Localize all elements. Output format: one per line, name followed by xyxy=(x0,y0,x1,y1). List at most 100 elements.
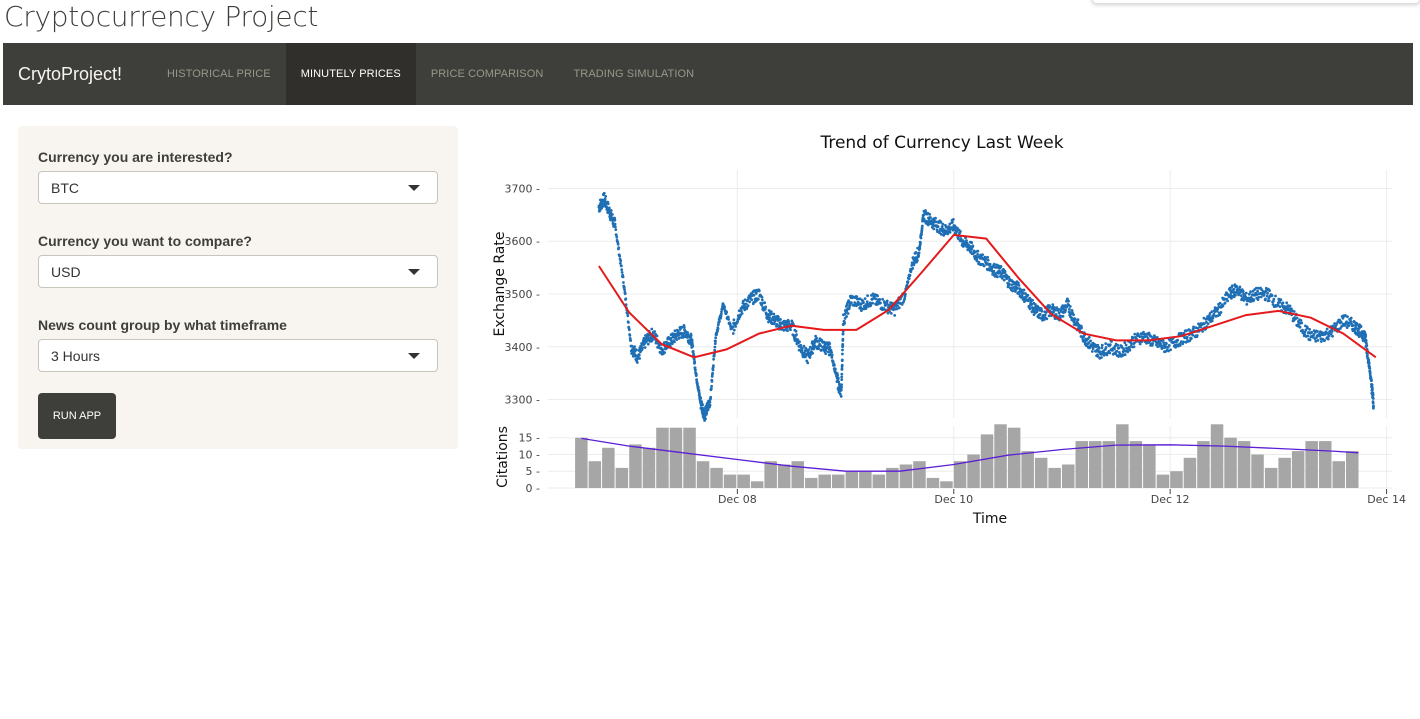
citation-bar xyxy=(1007,427,1021,488)
y-tick-label: 0 - xyxy=(526,482,540,495)
scatter-point xyxy=(740,312,744,315)
scatter-point xyxy=(1216,307,1219,311)
scatter-point xyxy=(911,267,915,270)
scatter-point xyxy=(1267,299,1271,302)
scatter-point xyxy=(661,348,665,351)
scatter-point xyxy=(613,218,617,222)
scatter-point xyxy=(1113,347,1116,351)
scatter-point xyxy=(620,268,624,271)
scatter-point xyxy=(619,259,623,263)
currency-select[interactable]: BTC xyxy=(38,171,438,204)
scatter-point xyxy=(841,352,844,356)
run-app-button[interactable]: RUN APP xyxy=(38,393,116,439)
scatter-point xyxy=(876,294,879,298)
scatter-point xyxy=(840,385,843,389)
scatter-point xyxy=(701,403,704,407)
scatter-point xyxy=(1108,351,1112,355)
scatter-point xyxy=(682,326,686,329)
citation-bar xyxy=(805,477,818,488)
y-tick-label: 10 - xyxy=(519,448,540,461)
citation-bar xyxy=(1021,451,1034,488)
scatter-point xyxy=(839,395,843,398)
scatter-point xyxy=(1365,343,1369,347)
scatter-point xyxy=(617,246,621,249)
tab-minutely-prices[interactable]: MINUTELY PRICES xyxy=(285,43,416,105)
scatter-point xyxy=(732,328,736,332)
scatter-point xyxy=(723,305,726,309)
scatter-point xyxy=(1097,347,1101,350)
scatter-point xyxy=(1298,325,1302,329)
scatter-point xyxy=(830,356,834,359)
scatter-point xyxy=(941,222,945,226)
scatter-point xyxy=(1007,282,1011,286)
compare-select[interactable]: USD xyxy=(38,255,438,288)
citation-bar xyxy=(737,474,750,488)
scatter-point xyxy=(1295,316,1299,320)
citation-bar xyxy=(602,447,615,488)
scatter-point xyxy=(1100,343,1104,347)
scatter-point xyxy=(1319,340,1323,343)
scatter-point xyxy=(1185,335,1189,339)
scatter-point xyxy=(828,342,832,346)
scatter-point xyxy=(712,364,715,367)
caret-down-icon xyxy=(408,353,420,359)
scatter-point xyxy=(1272,297,1276,301)
citation-bar xyxy=(723,474,737,488)
scatter-point xyxy=(623,292,627,296)
citation-bar xyxy=(899,464,913,488)
timeframe-label: News count group by what timeframe xyxy=(38,317,287,333)
scatter-point xyxy=(988,262,992,266)
tab-price-comparison[interactable]: PRICE COMPARISON xyxy=(416,43,559,105)
scatter-point xyxy=(841,332,845,336)
scatter-point xyxy=(1133,332,1137,336)
timeframe-select[interactable]: 3 Hours xyxy=(38,339,438,372)
page-title: Cryptocurrency Project xyxy=(4,0,319,33)
x-tick-label: Dec 14 xyxy=(1367,493,1406,506)
scatter-point xyxy=(709,395,713,399)
scatter-point xyxy=(1308,338,1312,342)
scatter-point xyxy=(837,377,840,380)
scatter-point xyxy=(1249,290,1252,294)
scatter-point xyxy=(614,225,617,229)
scatter-point xyxy=(798,340,801,344)
tab-trading-simulation[interactable]: TRADING SIMULATION xyxy=(558,43,709,105)
citation-bar xyxy=(777,464,791,488)
scatter-point xyxy=(1238,285,1242,289)
scatter-point xyxy=(863,297,867,300)
scatter-point xyxy=(1281,301,1285,305)
scatter-point xyxy=(1259,295,1263,299)
navbar-brand[interactable]: CrytoProject! xyxy=(3,43,152,105)
scatter-point xyxy=(602,191,606,195)
scatter-point xyxy=(981,253,984,257)
scatter-point xyxy=(812,347,816,351)
scatter-point xyxy=(1061,314,1065,318)
scatter-point xyxy=(1151,342,1155,345)
scatter-point xyxy=(840,378,844,381)
scatter-point xyxy=(845,315,848,318)
chart-title: Trend of Currency Last Week xyxy=(819,133,1063,153)
scatter-point xyxy=(1359,325,1363,328)
scatter-point xyxy=(629,339,633,342)
scatter-point xyxy=(1132,345,1136,349)
scatter-point xyxy=(1368,371,1372,375)
scatter-point xyxy=(1003,270,1007,274)
scatter-point xyxy=(836,373,839,377)
citation-bar xyxy=(575,437,588,488)
scatter-point xyxy=(830,353,834,357)
scatter-point xyxy=(706,408,710,412)
scatter-point xyxy=(621,275,625,279)
scatter-point xyxy=(1363,330,1367,334)
scatter-point xyxy=(1022,288,1026,292)
scatter-point xyxy=(663,351,666,354)
scatter-point xyxy=(917,251,921,255)
chart-area: 3300 - 3400 - 3500 - 3600 - 3700 - 0 - 5 - 10 -… xyxy=(478,122,1408,542)
tab-historical-price[interactable]: HISTORICAL PRICE xyxy=(152,43,286,105)
scatter-point xyxy=(932,227,936,231)
scatter-point xyxy=(699,396,703,400)
scatter-point xyxy=(638,357,641,360)
scatter-point xyxy=(1167,344,1171,347)
citation-bar xyxy=(1089,441,1102,488)
scatter-point xyxy=(1162,341,1165,344)
scatter-point xyxy=(893,314,897,317)
scatter-point xyxy=(906,280,910,283)
